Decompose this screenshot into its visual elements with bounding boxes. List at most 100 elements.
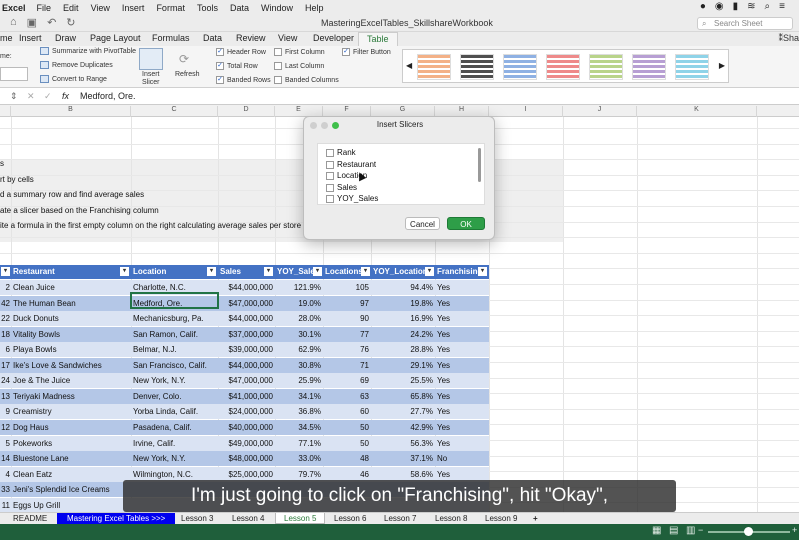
tab-draw[interactable]: Draw — [55, 33, 76, 43]
table-cell[interactable]: 5 — [0, 439, 10, 448]
table-cell[interactable]: Yes — [437, 361, 487, 370]
table-style-swatch[interactable] — [503, 54, 537, 80]
table-cell[interactable]: $44,000,000 — [220, 361, 274, 370]
remove-duplicates-button[interactable]: Remove Duplicates — [40, 61, 113, 69]
table-cell[interactable]: 48 — [325, 454, 369, 463]
table-cell[interactable]: San Ramon, Calif. — [133, 330, 217, 339]
sheet-tab-readme[interactable]: README — [13, 514, 47, 523]
table-cell[interactable]: 77 — [325, 330, 369, 339]
table-cell[interactable]: $41,000,000 — [220, 392, 274, 401]
table-cell[interactable]: 42.9% — [373, 423, 433, 432]
table-cell[interactable]: 33 — [0, 485, 10, 494]
table-style-swatch[interactable] — [460, 54, 494, 80]
field-restaurant[interactable]: Restaurant — [326, 160, 376, 169]
tab-data[interactable]: Data — [203, 33, 222, 43]
table-cell[interactable]: Yes — [437, 330, 487, 339]
table-cell[interactable]: San Francisco, Calif. — [133, 361, 217, 370]
table-cell[interactable]: 33.0% — [277, 454, 321, 463]
menu-help[interactable]: Help — [305, 3, 324, 13]
table-cell[interactable]: 42 — [0, 299, 10, 308]
table-row[interactable]: 12 Dog Haus Pasadena, Calif. $40,000,000 34.… — [0, 419, 489, 435]
column-header-j[interactable]: J — [563, 106, 637, 117]
table-cell[interactable]: $44,000,000 — [220, 314, 274, 323]
table-cell[interactable]: Yes — [437, 392, 487, 401]
page-break-view-icon[interactable]: ▥ — [686, 525, 695, 536]
formula-input[interactable]: Medford, Ore. — [80, 91, 136, 101]
table-row[interactable]: 5 Pokeworks Irvine, Calif. $49,000,000 77.1%… — [0, 435, 489, 451]
search-sheet-input[interactable]: ⌕ Search Sheet — [697, 17, 793, 30]
filter-dropdown-icon[interactable]: ▾ — [313, 267, 322, 276]
sheet-tab-lesson-6[interactable]: Lesson 6 — [334, 514, 366, 523]
table-cell[interactable]: Yes — [437, 376, 487, 385]
page-layout-view-icon[interactable]: ▤ — [669, 525, 678, 536]
table-cell[interactable]: Pasadena, Calif. — [133, 423, 217, 432]
sheet-tab-lesson-4[interactable]: Lesson 4 — [232, 514, 264, 523]
tab-home[interactable]: me — [0, 33, 13, 43]
table-cell[interactable]: 25.5% — [373, 376, 433, 385]
table-cell[interactable]: 50 — [325, 423, 369, 432]
table-row[interactable]: 13 Teriyaki Madness Denver, Colo. $41,000,0… — [0, 388, 489, 404]
header-locations[interactable]: Locations — [325, 267, 363, 276]
name-box-arrow-icon[interactable]: ⇕ — [10, 91, 18, 102]
instruction-3[interactable]: ate a slicer based on the Franchising co… — [0, 206, 159, 215]
table-cell[interactable]: 30.1% — [277, 330, 321, 339]
filter-dropdown-icon[interactable]: ▾ — [478, 267, 487, 276]
normal-view-icon[interactable]: ▦ — [652, 525, 661, 536]
function-icon[interactable]: fx — [62, 91, 69, 101]
table-cell[interactable]: Yes — [437, 283, 487, 292]
column-header-c[interactable]: C — [131, 106, 218, 117]
table-cell[interactable]: 34.5% — [277, 423, 321, 432]
filter-dropdown-icon[interactable]: ▾ — [1, 267, 10, 276]
table-cell[interactable]: 90 — [325, 314, 369, 323]
menu-view[interactable]: View — [91, 3, 110, 13]
table-cell[interactable]: Clean Juice — [13, 283, 129, 292]
sheet-tab-mastering[interactable]: Mastering Excel Tables >>> — [57, 513, 176, 524]
table-cell[interactable]: 9 — [0, 407, 10, 416]
share-button[interactable]: ⁑Sha — [778, 33, 799, 44]
table-cell[interactable]: 17 — [0, 361, 10, 370]
column-header-k[interactable]: K — [637, 106, 757, 117]
menu-insert[interactable]: Insert — [122, 3, 145, 13]
column-header-d[interactable]: D — [218, 106, 275, 117]
total-row-checkbox[interactable]: ✓ Total Row — [216, 62, 258, 70]
table-cell[interactable]: $24,000,000 — [220, 407, 274, 416]
search-icon[interactable]: ⌕ — [765, 1, 771, 12]
table-cell[interactable]: 16.9% — [373, 314, 433, 323]
table-cell[interactable]: $44,000,000 — [220, 283, 274, 292]
table-cell[interactable]: 69 — [325, 376, 369, 385]
filter-dropdown-icon[interactable]: ▾ — [425, 267, 434, 276]
zoom-out-icon[interactable]: − — [698, 525, 703, 535]
table-cell[interactable]: Yes — [437, 407, 487, 416]
table-cell[interactable]: $47,000,000 — [220, 299, 274, 308]
table-cell[interactable]: $37,000,000 — [220, 330, 274, 339]
tab-formulas[interactable]: Formulas — [152, 33, 190, 43]
shield-icon[interactable]: ◉ — [715, 1, 724, 12]
table-cell[interactable]: Vitality Bowls — [13, 330, 129, 339]
table-cell[interactable]: 27.7% — [373, 407, 433, 416]
column-header-i[interactable]: I — [489, 106, 563, 117]
table-cell[interactable]: 34.1% — [277, 392, 321, 401]
table-name-input[interactable] — [0, 67, 28, 81]
menu-edit[interactable]: Edit — [63, 3, 79, 13]
table-cell[interactable]: Yes — [437, 299, 487, 308]
tab-review[interactable]: Review — [236, 33, 266, 43]
save-icon[interactable]: ▣ — [27, 16, 37, 29]
insert-slicer-label-1[interactable]: Insert — [142, 71, 160, 78]
banded-rows-checkbox[interactable]: ✓ Banded Rows — [216, 76, 271, 84]
gallery-right-arrow-icon[interactable]: ▶ — [719, 61, 725, 70]
table-cell[interactable]: Eggs Up Grill — [13, 501, 129, 510]
banded-columns-checkbox[interactable]: Banded Columns — [274, 76, 339, 84]
column-header-b[interactable]: B — [11, 106, 131, 117]
table-cell[interactable]: 6 — [0, 345, 10, 354]
table-cell[interactable]: Mechanicsburg, Pa. — [133, 314, 217, 323]
sheet-tab-lesson-7[interactable]: Lesson 7 — [384, 514, 416, 523]
table-cell[interactable]: 65.8% — [373, 392, 433, 401]
table-cell[interactable]: $47,000,000 — [220, 376, 274, 385]
refresh-icon[interactable]: ⟳ — [179, 52, 189, 66]
table-cell[interactable]: Bluestone Lane — [13, 454, 129, 463]
table-cell[interactable]: Charlotte, N.C. — [133, 283, 217, 292]
table-cell[interactable]: $49,000,000 — [220, 439, 274, 448]
table-cell[interactable]: 24.2% — [373, 330, 433, 339]
table-cell[interactable]: New York, N.Y. — [133, 454, 217, 463]
table-style-swatch[interactable] — [589, 54, 623, 80]
